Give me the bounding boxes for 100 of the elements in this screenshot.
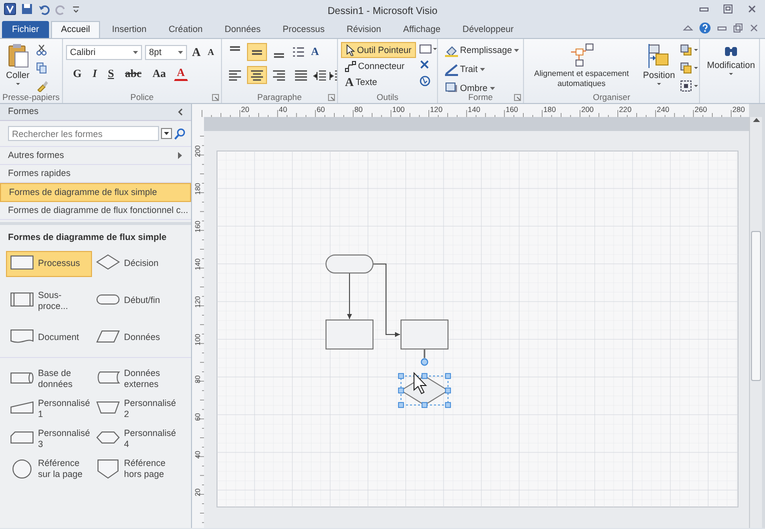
process-shape[interactable] — [326, 320, 374, 350]
line-icon — [445, 63, 458, 76]
dialog-launcher-icon[interactable] — [514, 94, 521, 101]
undo-icon[interactable] — [38, 3, 50, 15]
align-shapes-icon — [568, 43, 594, 67]
ribbon-tab[interactable]: Données — [214, 21, 271, 38]
stencil-shape[interactable]: Référence sur la page — [6, 454, 92, 482]
ribbon-tab[interactable]: Processus — [272, 21, 335, 38]
format-button[interactable]: S — [104, 68, 117, 80]
maximize-icon[interactable] — [723, 4, 733, 14]
fill-button[interactable]: Remplissage — [441, 42, 523, 59]
mouse-pointer-icon — [414, 372, 428, 394]
stencil-shape[interactable]: Données externes — [92, 364, 178, 392]
editing-button[interactable]: Modification — [703, 42, 759, 92]
position-button[interactable]: Position — [638, 42, 679, 92]
dropdown-icon[interactable] — [160, 128, 172, 139]
font-size-button[interactable]: A — [190, 46, 203, 59]
shadow-button[interactable]: Ombre — [441, 80, 523, 92]
file-tab[interactable]: Fichier — [2, 21, 50, 38]
caret-icon — [178, 51, 183, 54]
tool-button[interactable]: A Texte — [341, 75, 416, 90]
rotate-icon[interactable] — [418, 75, 431, 87]
send-backward-icon[interactable] — [680, 62, 698, 74]
format-button[interactable]: abc — [122, 68, 144, 80]
stencil-shape[interactable]: Référence hors page — [92, 454, 178, 482]
align-button[interactable] — [247, 43, 267, 61]
save-icon[interactable] — [21, 3, 33, 15]
text-style-button[interactable]: A — [307, 44, 323, 60]
close-icon[interactable] — [747, 4, 757, 14]
stencil-shape[interactable]: Sous-proce... — [6, 284, 92, 318]
align-icon — [294, 69, 308, 81]
caret-icon — [480, 68, 485, 71]
font-color-button[interactable]: A — [174, 67, 188, 81]
scroll-up-icon[interactable] — [752, 117, 760, 123]
vertical-scrollbar[interactable] — [749, 117, 762, 528]
dialog-launcher-icon[interactable] — [328, 94, 335, 101]
scissors-icon[interactable] — [36, 44, 47, 56]
ribbon-tab[interactable]: Création — [158, 21, 213, 38]
format-button[interactable]: Aa — [149, 68, 169, 80]
stencil-shape[interactable]: Personnalisé 4 — [92, 424, 178, 452]
process-shape[interactable] — [400, 320, 448, 350]
search-field[interactable]: Rechercher les formes — [8, 126, 158, 141]
align-icon — [228, 46, 242, 51]
font-size-field[interactable]: 8pt — [145, 45, 187, 60]
stencil-shape[interactable]: Décision — [92, 250, 178, 276]
align-icon — [272, 53, 286, 58]
stencil-shape[interactable]: Personnalisé 1 — [6, 394, 92, 422]
group-icon[interactable] — [680, 80, 698, 92]
auto-align-button[interactable]: Alignement et espacement automatiques — [525, 42, 638, 92]
search-icon[interactable] — [174, 128, 185, 140]
decrease-indent-icon[interactable] — [313, 69, 327, 81]
dialog-launcher-icon[interactable] — [212, 94, 219, 101]
app-icon[interactable] — [4, 3, 16, 15]
caret-icon — [133, 51, 138, 54]
tool-button[interactable]: Connecteur — [341, 59, 416, 74]
stencil-shape[interactable]: Document — [6, 324, 92, 350]
restore-icon[interactable] — [733, 23, 743, 33]
format-button[interactable]: I — [90, 68, 100, 80]
stencil-shape[interactable]: Données — [92, 324, 178, 350]
tool-button[interactable]: Outil Pointeur — [341, 42, 416, 58]
ribbon-tab[interactable]: Insertion — [102, 21, 157, 38]
caret-icon — [656, 83, 661, 85]
shadow-icon — [445, 82, 458, 92]
caret-icon — [514, 49, 520, 52]
stencil-shape[interactable]: Début/fin — [92, 284, 178, 318]
connector-line[interactable] — [347, 272, 352, 320]
terminator-shape[interactable] — [326, 254, 374, 274]
ribbon-tab[interactable]: Accueil — [51, 21, 100, 38]
stencil-item[interactable]: Formes de diagramme de flux simple — [0, 183, 191, 202]
format-button[interactable]: G — [70, 68, 85, 80]
copy-icon[interactable] — [36, 62, 47, 74]
paste-button[interactable]: Coller — [3, 42, 33, 92]
font-size-button[interactable]: A — [206, 46, 216, 59]
rectangle-icon[interactable] — [418, 44, 437, 54]
position-icon — [648, 44, 670, 68]
stencil-shape[interactable]: Personnalisé 3 — [6, 424, 92, 452]
stencil-item[interactable]: Formes de diagramme de flux fonctionnel c... — [0, 202, 191, 220]
selection-handles[interactable] — [398, 358, 451, 408]
more-shapes-item[interactable]: Autres formes — [0, 146, 191, 165]
collapse-icon[interactable] — [177, 108, 183, 116]
close-icon[interactable] — [418, 59, 430, 70]
ribbon-tab[interactable]: Révision — [336, 21, 392, 38]
stencil-shape[interactable]: Processus — [6, 250, 92, 276]
ribbon-tab[interactable]: Développeur — [452, 21, 524, 38]
brush-icon[interactable] — [36, 80, 48, 92]
align-icon — [272, 69, 286, 81]
bring-forward-icon[interactable] — [680, 44, 698, 56]
stencil-shape[interactable]: Personnalisé 2 — [92, 394, 178, 422]
align-button[interactable] — [247, 66, 267, 84]
ribbon-tab[interactable]: Affichage — [393, 21, 451, 38]
close-icon[interactable] — [749, 23, 759, 33]
stencil-shape[interactable]: Base de données — [6, 364, 92, 392]
bullet-list-icon[interactable] — [291, 46, 305, 58]
line-button[interactable]: Trait — [441, 61, 523, 78]
font-name-field[interactable]: Calibri — [66, 45, 142, 60]
collapse-icon[interactable] — [683, 23, 693, 33]
scroll-thumb[interactable] — [751, 231, 761, 381]
group-label: Police — [129, 92, 155, 103]
connector-line[interactable] — [372, 264, 400, 337]
help-icon[interactable] — [699, 22, 711, 34]
